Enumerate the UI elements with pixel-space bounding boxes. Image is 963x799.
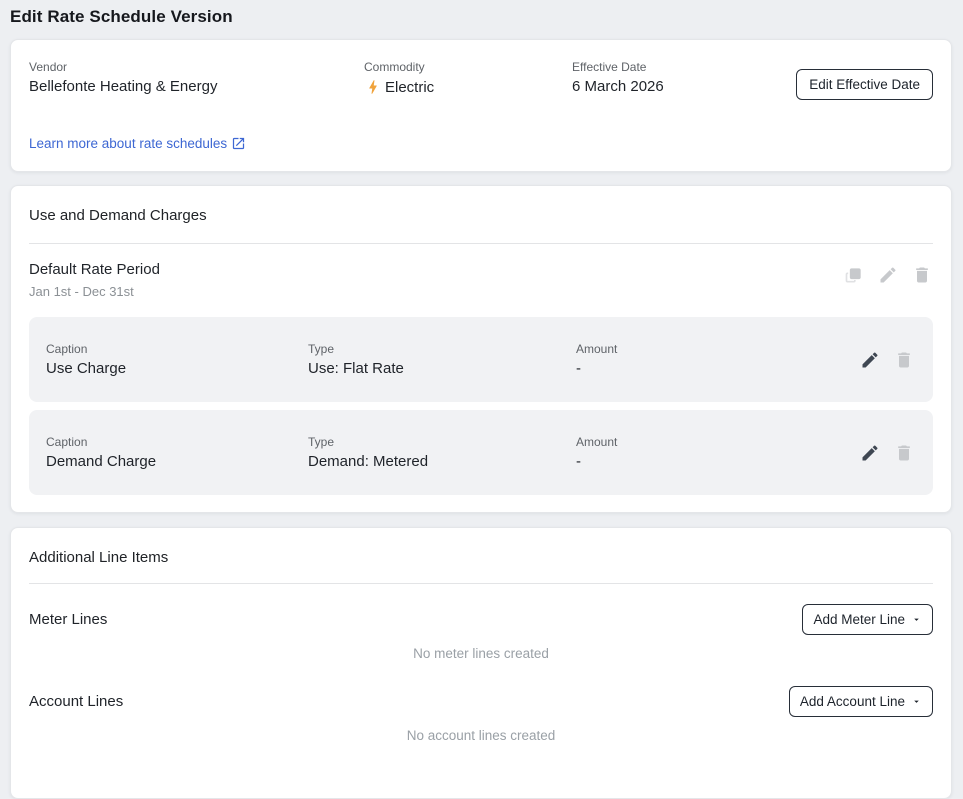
- account-lines-heading: Account Lines: [29, 693, 123, 710]
- page-title: Edit Rate Schedule Version: [0, 0, 963, 27]
- edit-charge-button[interactable]: [859, 442, 881, 464]
- trash-icon: [893, 443, 915, 463]
- external-link-icon: [231, 136, 246, 151]
- divider: [29, 583, 933, 584]
- rate-period-name: Default Rate Period: [29, 261, 160, 278]
- charge-amount: -: [576, 453, 859, 470]
- type-label: Type: [308, 435, 576, 449]
- charge-amount: -: [576, 360, 859, 377]
- charges-card-title: Use and Demand Charges: [29, 206, 933, 225]
- delete-charge-button[interactable]: [893, 442, 915, 464]
- vendor-field: Vendor Bellefonte Heating & Energy: [29, 60, 364, 95]
- copy-icon: [843, 265, 865, 285]
- type-label: Type: [308, 342, 576, 356]
- rate-period-header: Default Rate Period Jan 1st - Dec 31st: [29, 261, 933, 299]
- commodity-field: Commodity Electric: [364, 60, 572, 96]
- effective-date-value: 6 March 2026: [572, 78, 796, 95]
- commodity-label: Commodity: [364, 60, 572, 74]
- caption-label: Caption: [46, 342, 308, 356]
- divider: [29, 243, 933, 244]
- add-account-line-label: Add Account Line: [800, 693, 905, 710]
- additional-line-items-card: Additional Line Items Meter Lines Add Me…: [10, 527, 952, 799]
- caption-label: Caption: [46, 435, 308, 449]
- account-lines-empty-state: No account lines created: [29, 727, 933, 744]
- rate-schedule-info-card: Vendor Bellefonte Heating & Energy Commo…: [10, 39, 952, 172]
- charge-caption: Use Charge: [46, 360, 308, 377]
- commodity-value: Electric: [385, 79, 434, 96]
- lightning-bolt-icon: [364, 78, 382, 96]
- edit-charge-button[interactable]: [859, 349, 881, 371]
- add-meter-line-label: Add Meter Line: [813, 611, 905, 628]
- add-meter-line-button[interactable]: Add Meter Line: [802, 604, 933, 635]
- vendor-label: Vendor: [29, 60, 364, 74]
- charge-type: Demand: Metered: [308, 453, 576, 470]
- edit-rate-period-button[interactable]: [877, 264, 899, 286]
- charge-row-demand: Caption Demand Charge Type Demand: Meter…: [29, 410, 933, 495]
- effective-date-label: Effective Date: [572, 60, 796, 74]
- meter-lines-heading: Meter Lines: [29, 611, 107, 628]
- account-lines-row: Account Lines Add Account Line: [29, 686, 933, 717]
- use-and-demand-charges-card: Use and Demand Charges Default Rate Peri…: [10, 185, 952, 513]
- line-items-card-title: Additional Line Items: [29, 548, 933, 567]
- caret-down-icon: [911, 614, 922, 625]
- info-fields-row: Vendor Bellefonte Heating & Energy Commo…: [29, 60, 933, 100]
- charge-caption: Demand Charge: [46, 453, 308, 470]
- learn-more-link[interactable]: Learn more about rate schedules: [29, 136, 246, 151]
- trash-icon: [911, 265, 933, 285]
- caret-down-icon: [911, 696, 922, 707]
- meter-lines-row: Meter Lines Add Meter Line: [29, 604, 933, 635]
- add-account-line-button[interactable]: Add Account Line: [789, 686, 933, 717]
- charge-row-use: Caption Use Charge Type Use: Flat Rate A…: [29, 317, 933, 402]
- amount-label: Amount: [576, 435, 859, 449]
- effective-date-field: Effective Date 6 March 2026: [572, 60, 796, 95]
- rate-period-range: Jan 1st - Dec 31st: [29, 284, 160, 299]
- edit-effective-date-button[interactable]: Edit Effective Date: [796, 69, 933, 100]
- delete-charge-button[interactable]: [893, 349, 915, 371]
- meter-lines-empty-state: No meter lines created: [29, 645, 933, 662]
- amount-label: Amount: [576, 342, 859, 356]
- pencil-icon: [859, 443, 881, 463]
- trash-icon: [893, 350, 915, 370]
- pencil-icon: [859, 350, 881, 370]
- vendor-value: Bellefonte Heating & Energy: [29, 78, 364, 95]
- learn-more-label: Learn more about rate schedules: [29, 136, 227, 151]
- delete-rate-period-button[interactable]: [911, 264, 933, 286]
- duplicate-rate-period-button[interactable]: [843, 264, 865, 286]
- pencil-icon: [877, 265, 899, 285]
- charge-type: Use: Flat Rate: [308, 360, 576, 377]
